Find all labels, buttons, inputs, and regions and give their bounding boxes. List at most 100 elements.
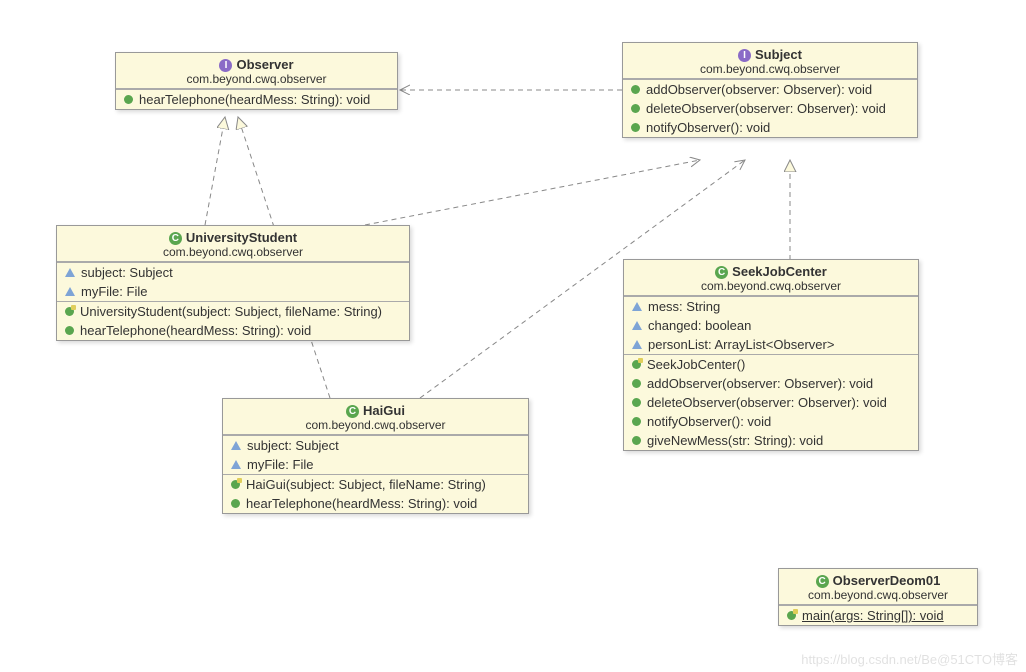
class-package: com.beyond.cwq.observer — [789, 588, 967, 602]
field-row: subject: Subject — [223, 436, 528, 455]
constructor-icon — [632, 360, 641, 369]
public-icon — [65, 326, 74, 335]
field-icon — [231, 460, 241, 469]
method-row: giveNewMess(str: String): void — [624, 431, 918, 450]
uml-diagram: IObserver com.beyond.cwq.observer hearTe… — [0, 0, 1026, 672]
static-method-icon — [787, 611, 796, 620]
field-label: myFile: File — [81, 284, 147, 299]
method-row: notifyObserver(): void — [624, 412, 918, 431]
methods-section: main(args: String[]): void — [779, 605, 977, 625]
methods-section: UniversityStudent(subject: Subject, file… — [57, 301, 409, 340]
public-icon — [631, 123, 640, 132]
class-title: ISubject — [633, 47, 907, 62]
method-label: notifyObserver(): void — [646, 120, 770, 135]
public-icon — [631, 104, 640, 113]
method-row: notifyObserver(): void — [623, 118, 917, 137]
class-icon: C — [169, 232, 182, 245]
class-package: com.beyond.cwq.observer — [633, 62, 907, 76]
method-label: main(args: String[]): void — [802, 608, 944, 623]
method-label: addObserver(observer: Observer): void — [646, 82, 872, 97]
field-label: subject: Subject — [81, 265, 173, 280]
field-row: subject: Subject — [57, 263, 409, 282]
method-label: SeekJobCenter() — [647, 357, 745, 372]
constructor-icon — [231, 480, 240, 489]
interface-icon: I — [219, 59, 232, 72]
method-row: hearTelephone(heardMess: String): void — [57, 321, 409, 340]
method-row: addObserver(observer: Observer): void — [624, 374, 918, 393]
field-label: changed: boolean — [648, 318, 751, 333]
class-icon: C — [816, 575, 829, 588]
method-label: hearTelephone(heardMess: String): void — [246, 496, 477, 511]
class-university-student: CUniversityStudent com.beyond.cwq.observ… — [56, 225, 410, 341]
field-row: myFile: File — [223, 455, 528, 474]
class-package: com.beyond.cwq.observer — [67, 245, 399, 259]
methods-section: hearTelephone(heardMess: String): void — [116, 89, 397, 109]
class-package: com.beyond.cwq.observer — [126, 72, 387, 86]
constructor-icon — [65, 307, 74, 316]
class-header: CUniversityStudent com.beyond.cwq.observ… — [57, 226, 409, 262]
class-observerdeom01: CObserverDeom01 com.beyond.cwq.observer … — [778, 568, 978, 626]
public-icon — [632, 417, 641, 426]
class-subject: ISubject com.beyond.cwq.observer addObse… — [622, 42, 918, 138]
class-header: IObserver com.beyond.cwq.observer — [116, 53, 397, 89]
class-title: CHaiGui — [233, 403, 518, 418]
watermark: https://blog.csdn.net/Be@51CTO博客 — [801, 649, 1018, 668]
field-label: myFile: File — [247, 457, 313, 472]
methods-section: SeekJobCenter() addObserver(observer: Ob… — [624, 354, 918, 450]
class-title: CSeekJobCenter — [634, 264, 908, 279]
methods-section: addObserver(observer: Observer): void de… — [623, 79, 917, 137]
interface-icon: I — [738, 49, 751, 62]
fields-section: mess: String changed: boolean personList… — [624, 296, 918, 354]
class-header: CSeekJobCenter com.beyond.cwq.observer — [624, 260, 918, 296]
public-icon — [124, 95, 133, 104]
method-row: hearTelephone(heardMess: String): void — [223, 494, 528, 513]
method-label: UniversityStudent(subject: Subject, file… — [80, 304, 382, 319]
method-label: hearTelephone(heardMess: String): void — [139, 92, 370, 107]
field-row: mess: String — [624, 297, 918, 316]
method-row: addObserver(observer: Observer): void — [623, 80, 917, 99]
public-icon — [631, 85, 640, 94]
method-label: addObserver(observer: Observer): void — [647, 376, 873, 391]
fields-section: subject: Subject myFile: File — [223, 435, 528, 474]
class-icon: C — [346, 405, 359, 418]
class-header: CHaiGui com.beyond.cwq.observer — [223, 399, 528, 435]
constructor-row: HaiGui(subject: Subject, fileName: Strin… — [223, 475, 528, 494]
class-title: CUniversityStudent — [67, 230, 399, 245]
method-label: notifyObserver(): void — [647, 414, 771, 429]
field-label: mess: String — [648, 299, 720, 314]
field-icon — [65, 287, 75, 296]
class-icon: C — [715, 266, 728, 279]
constructor-row: UniversityStudent(subject: Subject, file… — [57, 302, 409, 321]
field-label: subject: Subject — [247, 438, 339, 453]
method-row: main(args: String[]): void — [779, 606, 977, 625]
constructor-row: SeekJobCenter() — [624, 355, 918, 374]
method-label: deleteObserver(observer: Observer): void — [646, 101, 886, 116]
method-label: giveNewMess(str: String): void — [647, 433, 823, 448]
field-icon — [632, 321, 642, 330]
field-icon — [231, 441, 241, 450]
method-label: hearTelephone(heardMess: String): void — [80, 323, 311, 338]
methods-section: HaiGui(subject: Subject, fileName: Strin… — [223, 474, 528, 513]
method-row: deleteObserver(observer: Observer): void — [624, 393, 918, 412]
public-icon — [632, 398, 641, 407]
class-title: IObserver — [126, 57, 387, 72]
field-row: myFile: File — [57, 282, 409, 301]
field-row: changed: boolean — [624, 316, 918, 335]
field-icon — [632, 340, 642, 349]
public-icon — [632, 379, 641, 388]
method-label: deleteObserver(observer: Observer): void — [647, 395, 887, 410]
method-label: HaiGui(subject: Subject, fileName: Strin… — [246, 477, 486, 492]
field-icon — [65, 268, 75, 277]
public-icon — [231, 499, 240, 508]
class-seekjobcenter: CSeekJobCenter com.beyond.cwq.observer m… — [623, 259, 919, 451]
method-row: hearTelephone(heardMess: String): void — [116, 90, 397, 109]
public-icon — [632, 436, 641, 445]
class-package: com.beyond.cwq.observer — [634, 279, 908, 293]
field-icon — [632, 302, 642, 311]
class-haigui: CHaiGui com.beyond.cwq.observer subject:… — [222, 398, 529, 514]
field-label: personList: ArrayList<Observer> — [648, 337, 834, 352]
class-header: ISubject com.beyond.cwq.observer — [623, 43, 917, 79]
class-header: CObserverDeom01 com.beyond.cwq.observer — [779, 569, 977, 605]
class-title: CObserverDeom01 — [789, 573, 967, 588]
method-row: deleteObserver(observer: Observer): void — [623, 99, 917, 118]
